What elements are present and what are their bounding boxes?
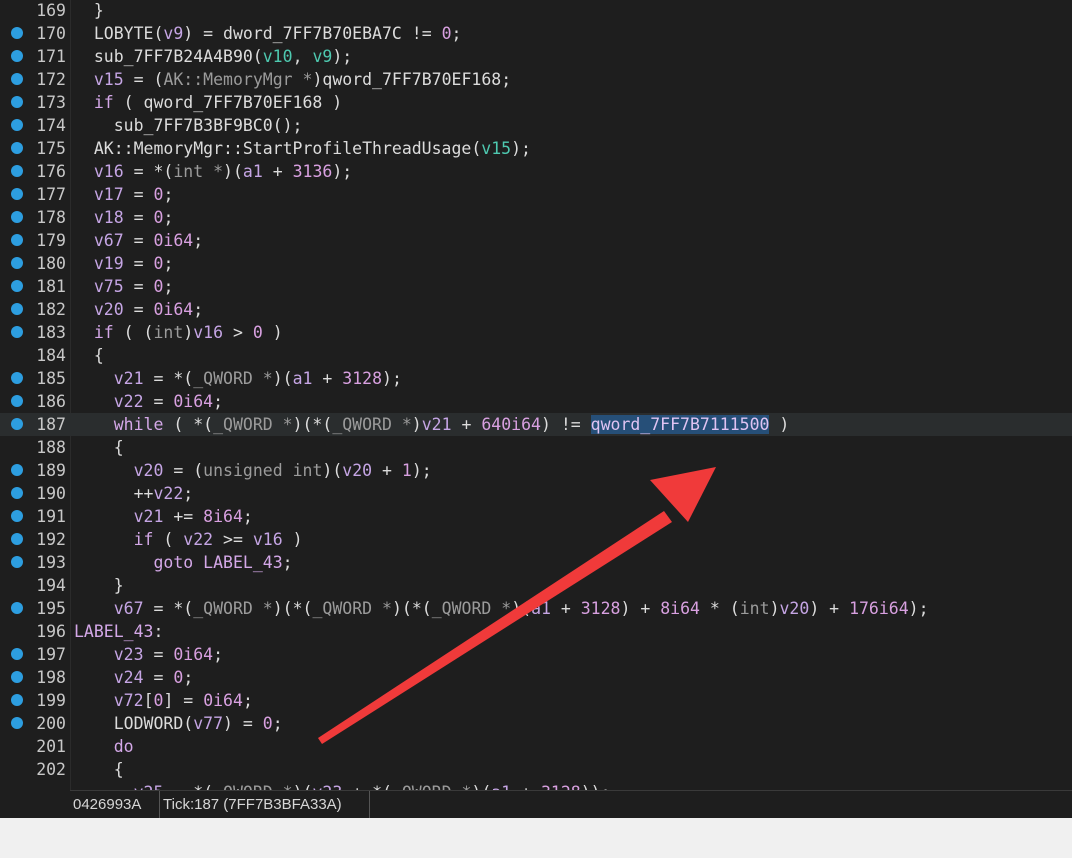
pseudocode-editor[interactable]: 169 } 170 LOBYTE(v9) = dword_7FF7B70EBA7C… <box>0 0 1072 790</box>
status-address: 0426993A <box>70 791 160 818</box>
status-bar: 0426993A Tick:187 (7FF7B3BFA33A) <box>70 790 1072 818</box>
status-left-strip <box>0 790 70 818</box>
red-arrow-annotation <box>318 467 716 744</box>
arrow-shaft <box>318 511 672 744</box>
status-location: Tick:187 (7FF7B3BFA33A) <box>160 791 370 818</box>
window-bottom-bar <box>0 818 1072 858</box>
